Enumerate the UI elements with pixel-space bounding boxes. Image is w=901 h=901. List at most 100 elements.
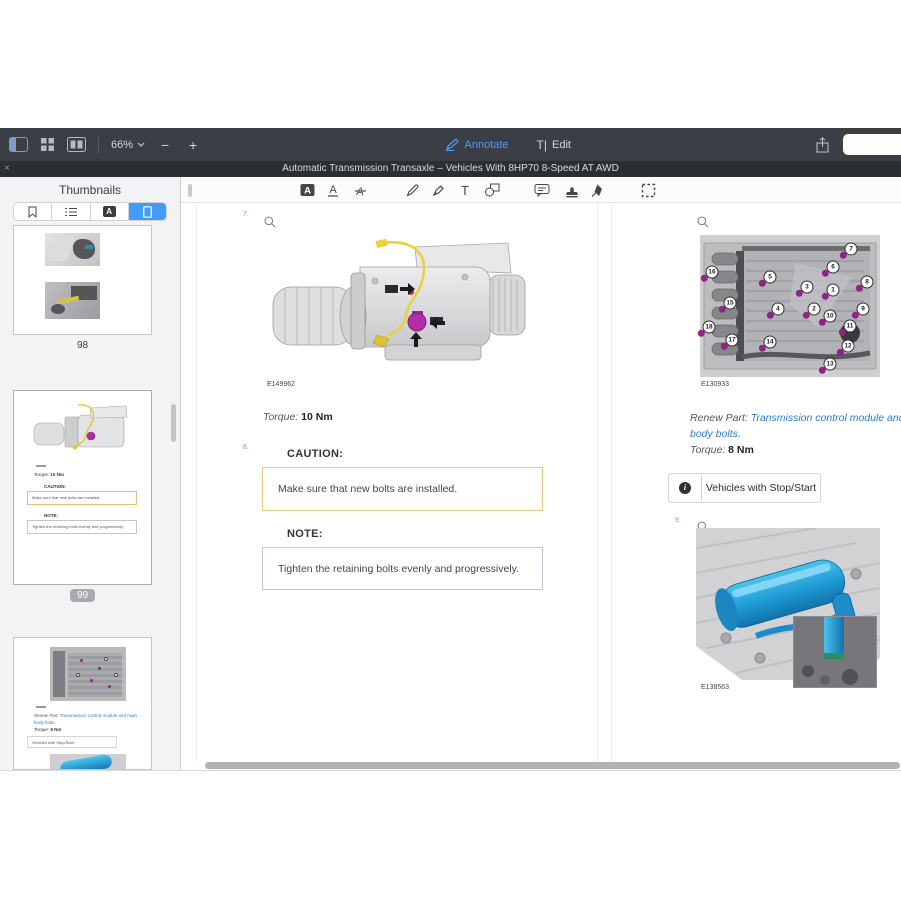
callout-8: 8 [861, 276, 874, 289]
tab-annotations[interactable]: A [91, 203, 129, 220]
zoom-out-button[interactable]: − [157, 137, 173, 153]
thumb100-torque: Torque: 8 Nm [34, 727, 61, 732]
svg-text:A: A [329, 184, 337, 196]
selection-icon [641, 183, 656, 198]
caution-heading: CAUTION: [287, 448, 343, 460]
selection-tool-button[interactable] [640, 182, 656, 198]
left-torque-spec: Torque: 10 Nm [263, 411, 333, 423]
app-toolbar: 66% − + Annotate T| Edit [0, 128, 901, 161]
thumbnail-page-98[interactable] [13, 225, 152, 335]
zoom-in-button[interactable]: + [185, 137, 201, 153]
draw-tool-button[interactable] [430, 182, 446, 198]
callout-12: 12 [841, 340, 854, 353]
sketch-tool-button[interactable] [404, 182, 420, 198]
stamp-tool-button[interactable] [564, 182, 580, 198]
svg-text:A: A [355, 186, 363, 198]
svg-text:A: A [304, 186, 311, 197]
text-tool-icon: T [458, 183, 472, 198]
sign-tool-button[interactable] [589, 182, 605, 198]
step-9-number: 9. [675, 517, 681, 524]
search-input[interactable] [843, 134, 901, 155]
renew-part-link[interactable]: Transmission control module and main [751, 412, 901, 424]
annotation-toolbar: A A A [181, 177, 901, 203]
tab-table-of-contents[interactable] [52, 203, 90, 220]
share-button[interactable] [816, 137, 829, 153]
callout-6: 6 [827, 260, 840, 273]
stop-start-info-box[interactable]: i Vehicles with Stop/Start [668, 473, 821, 503]
thumb98-photo-2 [45, 282, 100, 319]
sidebar-view-tabs: A [13, 202, 167, 221]
sidebar-icon [9, 137, 28, 152]
figure2-label: E130933 [701, 381, 729, 388]
note-box: Tighten the retaining bolts evenly and p… [262, 547, 543, 590]
search-field-wrap [843, 134, 901, 155]
document-titlebar: × Automatic Transmission Transaxle – Veh… [0, 161, 901, 177]
page-number-98: 98 [13, 340, 152, 351]
thumbnail-page-99[interactable]: Torque: 10 Nm CAUTION: Make sure that ne… [13, 390, 152, 585]
thumb98-photo-1 [45, 233, 100, 266]
thumb100-renew-line2: body bolts. [34, 720, 56, 725]
shapes-tool-button[interactable] [484, 182, 500, 198]
text-tool-button[interactable]: T [457, 182, 473, 198]
strikethrough-tool-button[interactable]: A [352, 182, 368, 198]
callout-11: 11 [843, 320, 856, 333]
thumb99-caution-heading: CAUTION: [44, 484, 66, 489]
callout-14: 14 [764, 336, 777, 349]
pen-nib-icon [590, 183, 604, 198]
callout-10: 10 [823, 309, 836, 322]
tab-bookmarks[interactable] [14, 203, 52, 220]
note-bubble-icon [534, 183, 550, 197]
tab-thumbnails[interactable] [129, 203, 166, 220]
chevron-down-icon [137, 142, 145, 147]
zoom-level-dropdown[interactable]: 66% [111, 139, 145, 151]
callout-17: 17 [726, 333, 739, 346]
page-gap-left-edge [597, 203, 598, 762]
page-number-99: 99 [13, 589, 152, 602]
document-viewport: 7. [181, 203, 901, 762]
thumb100-renew-line1: Renew Part: Transmission control module … [34, 713, 137, 718]
sidebar-header: Thumbnails [0, 183, 180, 197]
contact-sheet-button[interactable] [67, 137, 86, 152]
annotate-label: Annotate [465, 139, 509, 151]
callout-3: 3 [800, 280, 813, 293]
renew-part-line1: Renew Part: Transmission control module … [690, 412, 901, 424]
callout-5: 5 [764, 271, 777, 284]
callout-4: 4 [771, 302, 784, 315]
callout-13: 13 [823, 357, 836, 370]
right-torque-spec: Torque: 8 Nm [690, 444, 754, 456]
callout-18: 18 [703, 321, 716, 334]
figure1-magnifier-icon [264, 216, 276, 228]
left-page-edge [196, 203, 197, 762]
annotate-tab[interactable]: Annotate [445, 139, 509, 151]
contact-sheet-icon [67, 137, 86, 152]
note-tool-button[interactable] [534, 182, 550, 198]
thumb99-note-heading: NOTE: [44, 513, 58, 518]
page-gap-right-edge [611, 203, 612, 762]
shapes-icon [484, 183, 500, 197]
svg-text:T: T [461, 183, 469, 198]
note-text: Tighten the retaining bolts evenly and p… [278, 563, 519, 575]
sidebar-scrollbar[interactable] [171, 404, 176, 442]
horizontal-scrollbar[interactable] [205, 762, 900, 769]
figure3-label: E138563 [701, 684, 729, 691]
thumbnail-page-100[interactable]: Renew Part: Transmission control module … [13, 637, 152, 770]
step-8-number: 8. [243, 444, 249, 451]
strikethrough-text-icon: A [353, 183, 367, 198]
step-7-number: 7. [243, 211, 249, 218]
highlight-tool-button[interactable]: A [299, 182, 315, 198]
valve-body-figure: 123456789101112131415161718 [700, 235, 880, 377]
edit-label: Edit [552, 139, 571, 151]
underline-text-icon: A [326, 183, 340, 198]
callout-1: 1 [827, 283, 840, 296]
edit-tab[interactable]: T| Edit [537, 138, 571, 152]
sidebar-resize-handle[interactable] [188, 184, 192, 197]
underline-tool-button[interactable]: A [325, 182, 341, 198]
close-icon[interactable]: × [4, 161, 10, 177]
annotate-pen-icon [445, 139, 459, 151]
sidebar-toggle-button[interactable] [9, 137, 28, 152]
thumb100-info-box: Vehicles with Stop/Start [27, 736, 117, 748]
thumbnail-grid-button[interactable] [40, 137, 55, 152]
marker-icon [431, 183, 446, 198]
note-heading: NOTE: [287, 528, 323, 540]
zoom-level-value: 66% [111, 139, 133, 151]
